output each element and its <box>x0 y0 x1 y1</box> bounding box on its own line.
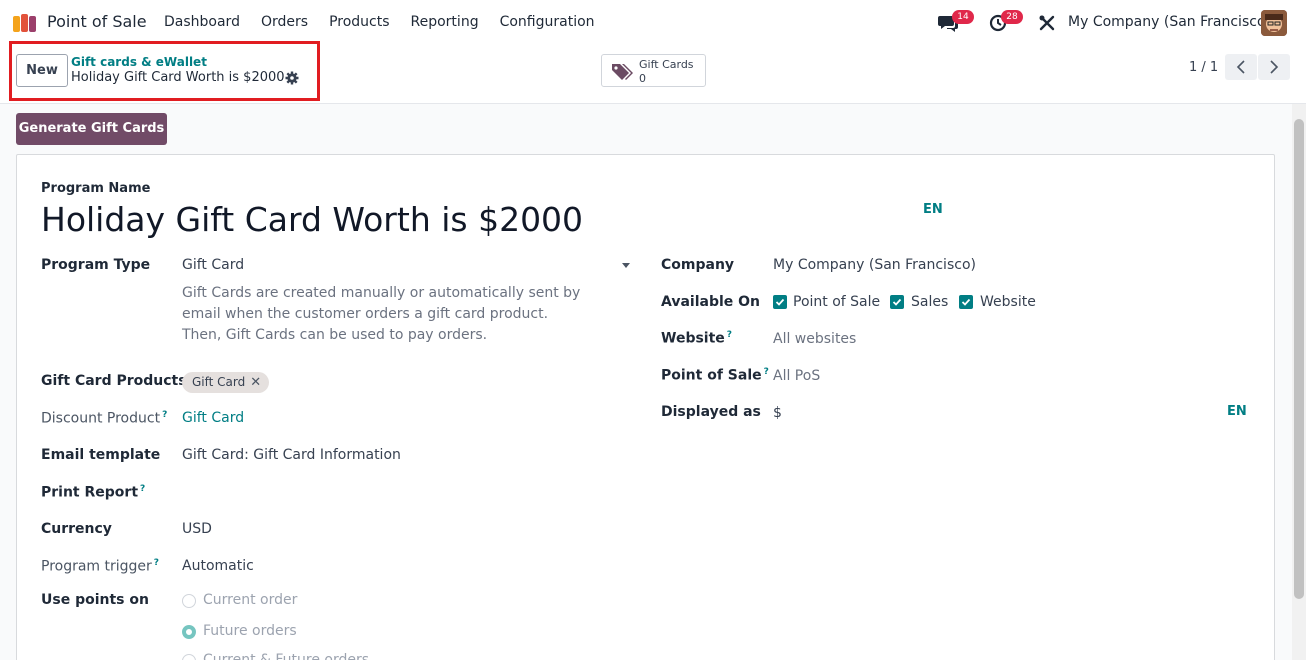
program-trigger-field[interactable]: Automatic <box>182 558 254 574</box>
program-trigger-label-text: Program trigger <box>41 558 152 575</box>
tag-remove-icon[interactable]: ✕ <box>250 372 261 393</box>
help-tooltip-icon[interactable]: ? <box>162 410 167 420</box>
displayed-as-lang-button[interactable]: EN <box>1227 404 1247 419</box>
radio-current-order-label: Current order <box>203 592 298 608</box>
gift-card-products-label: Gift Card Products <box>41 373 187 389</box>
menu-reporting[interactable]: Reporting <box>411 14 479 30</box>
checkmark-icon <box>892 298 902 306</box>
radio-future-orders-label: Future orders <box>203 623 297 639</box>
gift-cards-smart-button[interactable]: Gift Cards 0 <box>601 54 706 87</box>
radio-future-orders[interactable] <box>182 625 196 639</box>
program-type-label: Program Type <box>41 257 151 273</box>
smart-button-count: 0 <box>639 72 646 85</box>
smart-button-label: Gift Cards <box>639 58 694 71</box>
use-points-label: Use points on <box>41 592 149 608</box>
debug-tools-icon[interactable] <box>1038 14 1056 32</box>
pager-next-button[interactable] <box>1258 54 1290 80</box>
breadcrumb-record-title: Holiday Gift Card Worth is $2000 <box>71 70 285 85</box>
help-tooltip-icon[interactable]: ? <box>727 330 732 340</box>
gear-icon[interactable] <box>285 71 299 85</box>
scrollbar-thumb[interactable] <box>1294 119 1304 599</box>
menu-orders[interactable]: Orders <box>261 14 308 30</box>
checkmark-icon <box>961 298 971 306</box>
program-name-input[interactable]: Holiday Gift Card Worth is $2000 <box>41 200 583 239</box>
program-type-select[interactable]: Gift Card <box>182 257 244 273</box>
gift-card-product-tag[interactable]: Gift Card ✕ <box>182 372 270 393</box>
help-tooltip-icon[interactable]: ? <box>154 558 159 568</box>
checkbox-point-of-sale-label: Point of Sale <box>793 294 881 310</box>
available-on-label: Available On <box>661 294 761 310</box>
chevron-right-icon <box>1270 60 1279 74</box>
activities-badge: 28 <box>1001 10 1023 24</box>
radio-current-future-orders-label: Current & Future orders <box>203 652 370 660</box>
program-trigger-label: Program trigger? <box>41 558 159 575</box>
help-tooltip-icon[interactable]: ? <box>764 367 769 377</box>
new-button[interactable]: New <box>16 54 68 87</box>
tags-icon <box>612 64 633 80</box>
print-report-label-text: Print Report <box>41 484 139 501</box>
program-type-desc-line-2: Then, Gift Cards can be used to pay orde… <box>182 327 488 343</box>
currency-field[interactable]: USD <box>182 521 212 537</box>
website-field[interactable]: All websites <box>773 331 856 347</box>
discount-product-link[interactable]: Gift Card <box>182 410 244 426</box>
checkbox-point-of-sale[interactable] <box>773 295 787 309</box>
chevron-left-icon <box>1236 60 1245 74</box>
app-name[interactable]: Point of Sale <box>47 12 147 31</box>
checkbox-sales-label: Sales <box>911 294 949 310</box>
program-type-caret-icon[interactable] <box>622 263 630 268</box>
pager-previous-button[interactable] <box>1225 54 1257 80</box>
program-type-description: Gift Cards are created manually or autom… <box>182 283 622 346</box>
checkbox-website-label: Website <box>980 294 1036 310</box>
website-label-text: Website <box>661 330 725 347</box>
user-avatar[interactable] <box>1261 10 1287 36</box>
menu-configuration[interactable]: Configuration <box>500 14 595 30</box>
pos-field[interactable]: All PoS <box>773 368 820 384</box>
program-name-lang-button[interactable]: EN <box>923 202 943 217</box>
discount-product-label: Discount Product? <box>41 410 167 427</box>
currency-label: Currency <box>41 521 112 537</box>
pos-app-icon[interactable] <box>12 12 40 34</box>
messages-badge: 14 <box>952 10 974 24</box>
website-label: Website? <box>661 330 732 347</box>
print-report-label: Print Report? <box>41 484 145 501</box>
pos-label: Point of Sale? <box>661 367 769 384</box>
discount-product-label-text: Discount Product <box>41 410 161 427</box>
checkbox-sales[interactable] <box>890 295 904 309</box>
menu-dashboard[interactable]: Dashboard <box>164 14 240 30</box>
checkmark-icon <box>775 298 785 306</box>
main-menu: Dashboard Orders Products Reporting Conf… <box>164 14 616 30</box>
top-navbar: Point of Sale Dashboard Orders Products … <box>0 0 1306 46</box>
avatar-face-icon <box>1261 10 1287 36</box>
program-name-label: Program Name <box>41 181 151 196</box>
radio-current-order[interactable] <box>182 594 196 608</box>
company-label: Company <box>661 257 735 273</box>
program-type-desc-line: Gift Cards are created manually or autom… <box>182 285 581 322</box>
pager-value[interactable]: 1 / 1 <box>1189 60 1218 75</box>
displayed-as-label: Displayed as <box>661 404 761 420</box>
pos-label-text: Point of Sale <box>661 367 762 384</box>
checkbox-website[interactable] <box>959 295 973 309</box>
company-switcher[interactable]: My Company (San Francisco) <box>1068 14 1271 30</box>
email-template-field[interactable]: Gift Card: Gift Card Information <box>182 447 401 463</box>
help-tooltip-icon[interactable]: ? <box>140 484 145 494</box>
breadcrumb-parent-link[interactable]: Gift cards & eWallet <box>71 55 207 69</box>
tag-label: Gift Card <box>192 375 246 389</box>
generate-gift-cards-button[interactable]: Generate Gift Cards <box>16 113 167 145</box>
email-template-label: Email template <box>41 447 161 463</box>
company-field[interactable]: My Company (San Francisco) <box>773 257 976 273</box>
menu-products[interactable]: Products <box>329 14 389 30</box>
displayed-as-field[interactable]: $ <box>773 405 782 421</box>
